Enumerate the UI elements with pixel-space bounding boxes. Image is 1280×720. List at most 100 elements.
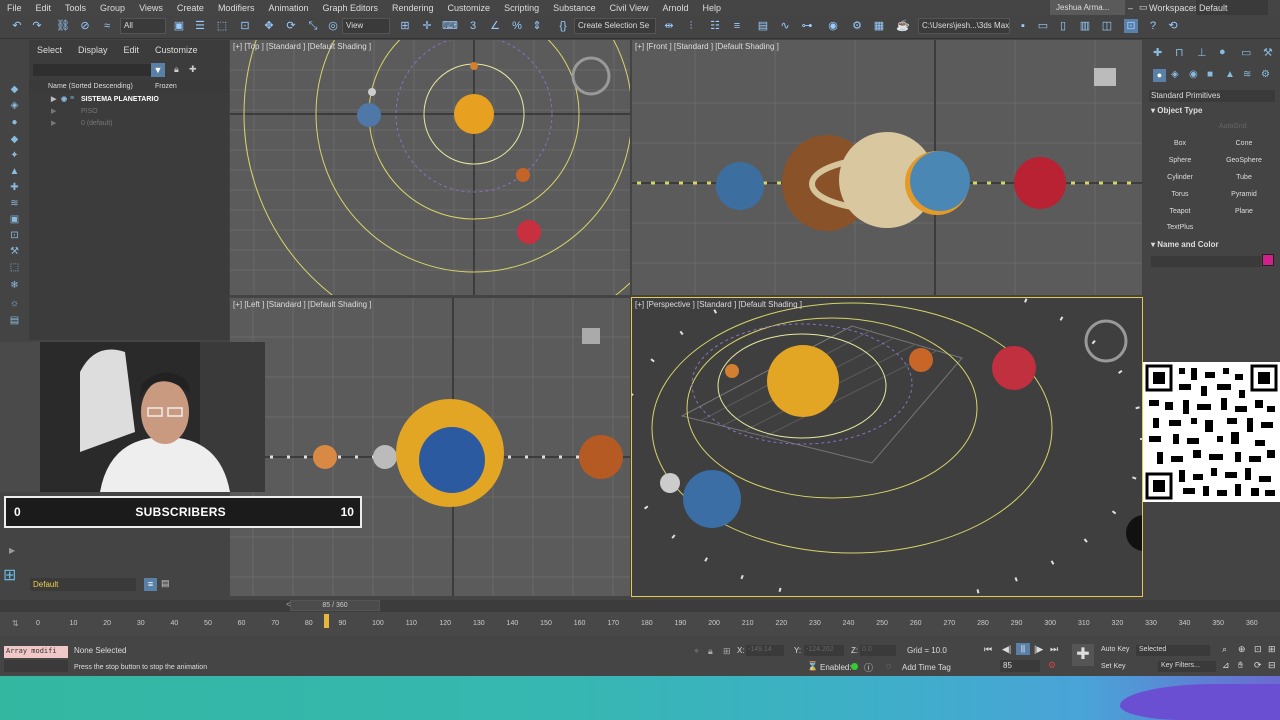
time-slider[interactable]: 85 / 360 — [290, 600, 380, 611]
maxscript-output[interactable] — [4, 660, 68, 672]
layout-icon[interactable]: ▥ — [1078, 19, 1092, 33]
viewcube-icon[interactable] — [582, 328, 600, 344]
venus-sphere[interactable] — [313, 445, 337, 469]
menu-tools[interactable]: Tools — [58, 3, 93, 13]
menu-create[interactable]: Create — [170, 3, 211, 13]
hierarchy-tab-icon[interactable]: ⊥ — [1197, 46, 1207, 59]
layer-properties-icon[interactable]: ▤ — [161, 578, 170, 589]
viewport-top[interactable]: [+] [Top ] [Standard ] [Default Shading … — [230, 40, 630, 295]
tab-select[interactable]: Select — [29, 45, 70, 55]
user-account[interactable]: Jeshua Arma... — [1050, 0, 1125, 15]
link-icon[interactable]: ⛓ — [56, 19, 70, 33]
menu-group[interactable]: Group — [93, 3, 132, 13]
angle-snap-icon[interactable]: ∠ — [488, 19, 502, 33]
add-time-tag-icon[interactable]: ◌ — [886, 661, 891, 671]
motion-tab-icon[interactable]: ● — [1219, 46, 1226, 58]
expand-icon[interactable]: ▶ — [51, 107, 56, 115]
sun-sphere[interactable] — [767, 345, 839, 417]
x-coordinate-field[interactable]: -149.14 — [746, 645, 784, 656]
filter-bones-icon[interactable]: ⚒ — [9, 246, 20, 257]
object-type-rollout[interactable]: ▾ Object Type — [1151, 106, 1202, 115]
prev-frame-icon[interactable]: < — [286, 600, 291, 609]
zoom-extents-icon[interactable]: ⊡ — [1254, 644, 1262, 655]
maximize-icon[interactable]: ▭ — [1139, 2, 1148, 13]
category-dropdown[interactable]: Standard Primitives — [1149, 90, 1275, 102]
textplus-button[interactable]: TextPlus — [1151, 221, 1209, 234]
pivot-center-icon[interactable]: ⊞ — [398, 19, 412, 33]
spacewarps-icon[interactable]: ≋ — [1243, 69, 1251, 80]
time-configuration-icon[interactable]: ⚙ — [1048, 660, 1056, 671]
moon-sphere[interactable] — [660, 473, 680, 493]
percent-snap-icon[interactable]: % — [510, 19, 524, 33]
geosphere-button[interactable]: GeoSphere — [1215, 154, 1273, 167]
mars-sphere[interactable] — [909, 348, 933, 372]
viewcube-icon[interactable] — [1094, 68, 1116, 86]
help-icon[interactable]: ? — [1146, 19, 1160, 33]
tab-customize[interactable]: Customize — [147, 45, 206, 55]
mercury-sphere[interactable] — [725, 364, 739, 378]
sphere-button[interactable]: Sphere — [1151, 154, 1209, 167]
reference-coordinate-dropdown[interactable]: View — [342, 18, 390, 34]
select-manipulate-icon[interactable]: ✛ — [420, 19, 434, 33]
cameras-icon[interactable]: ■ — [1207, 69, 1213, 80]
name-color-rollout[interactable]: ▾ Name and Color — [1151, 240, 1219, 249]
filter-frozen-icon[interactable]: ❄ — [9, 280, 20, 291]
track-bar[interactable]: ⇅ 0 10 20 30 40 50 60 70 80 90 100 110 120 130 140 150 1… — [0, 612, 1280, 636]
selection-lock-icon[interactable]: 🔒︎ — [708, 646, 713, 657]
key-selection-dropdown[interactable]: Selected — [1136, 645, 1210, 656]
time-tag-icon[interactable]: ⌛ — [807, 661, 818, 672]
list-item[interactable]: ▶ ◉ ≡ SISTEMA PLANETARIO — [29, 94, 229, 106]
moon-sphere[interactable] — [373, 445, 397, 469]
viewcube-icon[interactable] — [571, 56, 611, 96]
render-setup-icon[interactable]: ⚙ — [850, 19, 864, 33]
current-layer-dropdown[interactable]: Default — [30, 578, 136, 591]
plane-button[interactable]: Plane — [1215, 205, 1273, 218]
column-name[interactable]: Name (Sorted Descending) — [48, 83, 133, 90]
viewport-perspective[interactable]: [+] [Perspective ] [Standard ] [Default … — [631, 297, 1143, 597]
curve-editor-mini-icon[interactable]: ⇅ — [12, 619, 19, 628]
planet-edge-sphere[interactable] — [1126, 515, 1143, 551]
mars-sphere[interactable] — [579, 435, 623, 479]
move-icon[interactable]: ✥ — [262, 19, 276, 33]
material-editor-icon[interactable]: ◉ — [826, 19, 840, 33]
shapes-icon[interactable]: ◈ — [1171, 69, 1179, 80]
viewport-layout-icon[interactable]: ◫ — [1100, 19, 1114, 33]
mirror-icon[interactable]: ⇹ — [662, 19, 676, 33]
y-coordinate-field[interactable]: -124.262 — [804, 645, 844, 656]
keyboard-shortcut-icon[interactable]: ⌨ — [442, 19, 458, 33]
cone-button[interactable]: Cone — [1215, 137, 1273, 150]
project-path-dropdown[interactable]: C:\Users\jesh...\3ds Max 202 — [918, 18, 1010, 34]
maximize-viewport-icon[interactable]: ⊞ — [1268, 644, 1276, 655]
filter-cameras-icon[interactable]: ▲ — [9, 166, 20, 177]
select-object-icon[interactable]: ▣ — [172, 19, 186, 33]
cylinder-button[interactable]: Cylinder — [1151, 171, 1209, 184]
display-tab-icon[interactable]: ▭ — [1241, 46, 1251, 59]
zoom-all-icon[interactable]: ⊕ — [1238, 644, 1246, 655]
menu-civil-view[interactable]: Civil View — [603, 3, 656, 13]
utilities-tab-icon[interactable]: ⚒ — [1263, 46, 1273, 59]
earth-sphere[interactable] — [683, 470, 741, 528]
geometry-icon[interactable]: ● — [1153, 69, 1166, 82]
layer-stack-icon[interactable]: ≡ — [144, 578, 157, 591]
filter-all-icon[interactable]: ▤ — [9, 315, 20, 326]
viewport-label[interactable]: [+] [Top ] [Standard ] [Default Shading … — [233, 42, 371, 51]
enabled-indicator-icon[interactable] — [851, 663, 858, 670]
filter-spacewarps-icon[interactable]: ≋ — [9, 198, 20, 209]
viewport-label[interactable]: [+] [Front ] [Standard ] [Default Shadin… — [635, 42, 779, 51]
workspace-icon[interactable]: ⊡ — [1124, 19, 1138, 33]
curve-editor-icon[interactable]: ∿ — [778, 19, 792, 33]
mercury-sphere[interactable] — [470, 62, 478, 70]
filter-shapes-icon[interactable]: ◆ — [9, 134, 20, 145]
tab-display[interactable]: Display — [70, 45, 116, 55]
menu-scripting[interactable]: Scripting — [497, 3, 546, 13]
bind-space-warp-icon[interactable]: ≈ — [100, 19, 114, 33]
render-frame-icon[interactable]: ▦ — [872, 19, 886, 33]
project-folder-icon[interactable]: ▪ — [1016, 19, 1030, 33]
unlink-icon[interactable]: ⊘ — [78, 19, 92, 33]
time-slider-track[interactable] — [0, 600, 1280, 612]
next-frame-icon[interactable]: |▶ — [1034, 644, 1043, 655]
window-crossing-icon[interactable]: ⊡ — [238, 19, 252, 33]
teapot-button[interactable]: Teapot — [1151, 205, 1209, 218]
filter-lights-icon[interactable]: ✦ — [9, 150, 20, 161]
redo-icon[interactable]: ↷ — [30, 19, 44, 33]
